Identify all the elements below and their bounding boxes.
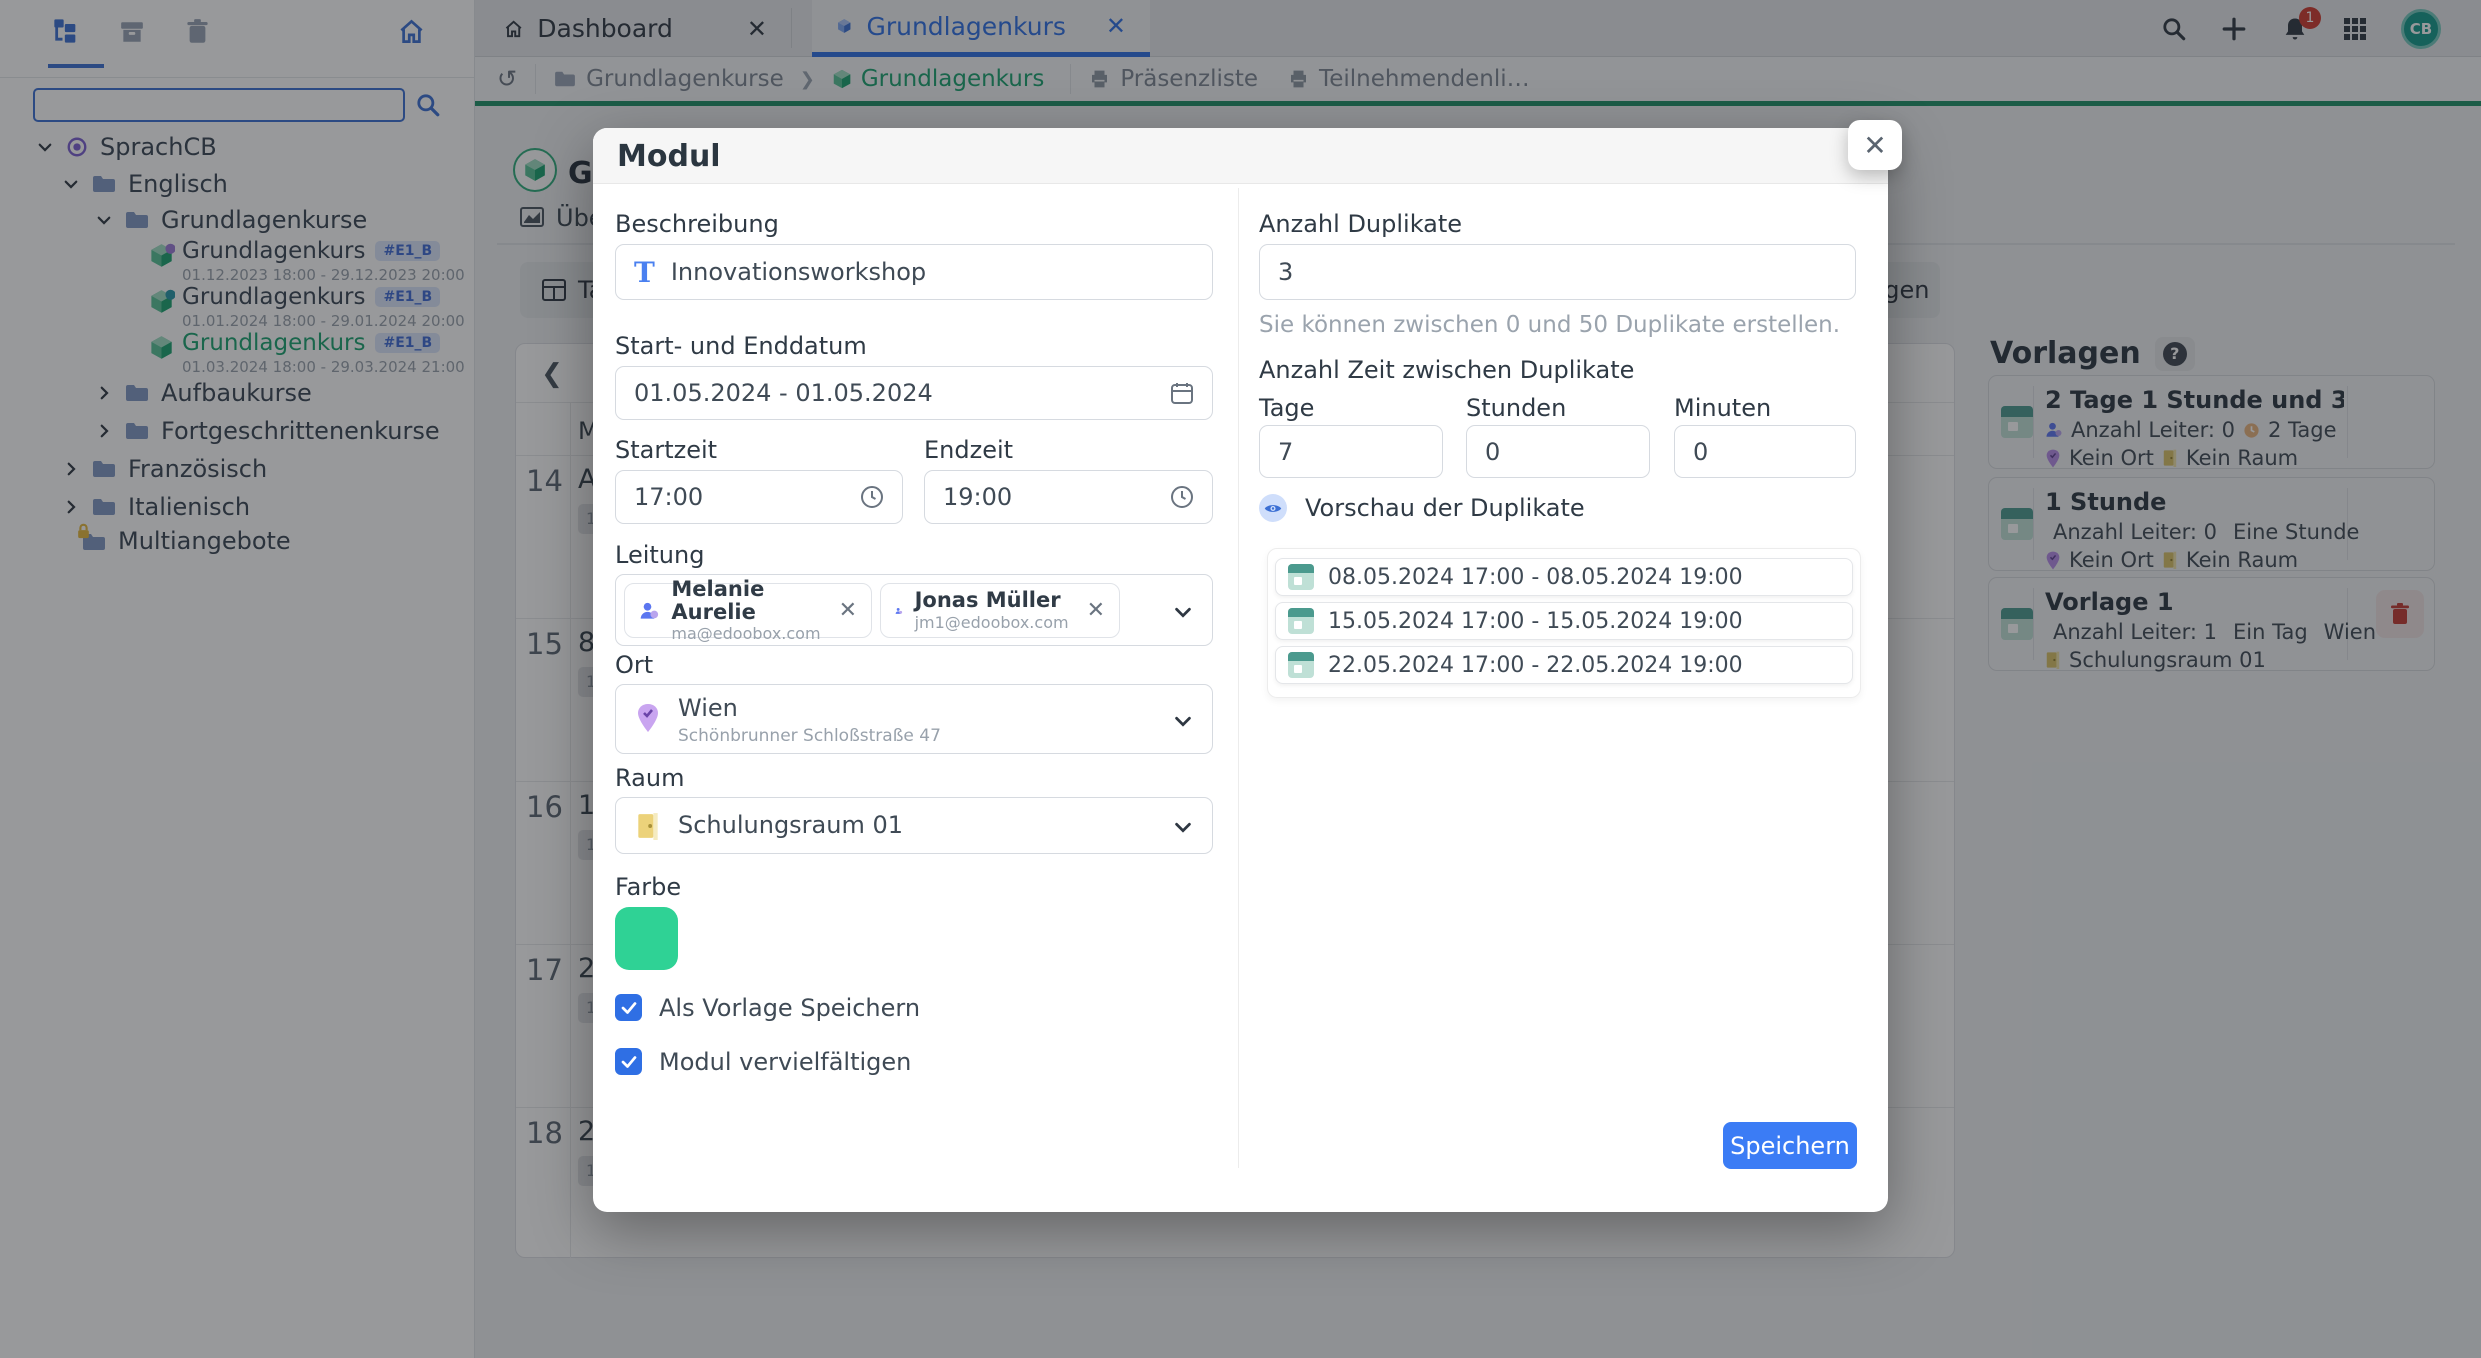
duplikat-item: 22.05.2024 17:00 - 22.05.2024 19:00 [1275, 646, 1853, 684]
ort-value: Wien [678, 694, 738, 722]
beschreibung-field[interactable]: T [615, 244, 1213, 300]
datum-input[interactable] [634, 379, 1154, 407]
raum-label: Raum [615, 764, 684, 792]
chip-email: ma@edoobox.com [671, 624, 820, 643]
column-divider [1238, 188, 1239, 1168]
tage-input[interactable] [1278, 438, 1424, 466]
person-icon [895, 598, 903, 624]
door-icon [636, 812, 660, 840]
speichern-button[interactable]: Speichern [1723, 1122, 1857, 1169]
calendar-icon[interactable] [1170, 381, 1194, 405]
duplikat-range: 08.05.2024 17:00 - 08.05.2024 19:00 [1328, 565, 1743, 590]
zeit-zwischen-label: Anzahl Zeit zwischen Duplikate [1259, 356, 1634, 384]
datum-label: Start- und Enddatum [615, 332, 867, 360]
beschreibung-label: Beschreibung [615, 210, 779, 238]
color-swatch[interactable] [615, 907, 678, 970]
tage-label: Tage [1259, 394, 1314, 422]
vorlage-checkbox[interactable] [615, 994, 642, 1021]
duplikat-range: 22.05.2024 17:00 - 22.05.2024 19:00 [1328, 653, 1743, 678]
ort-select[interactable]: Wien Schönbrunner Schloßstraße 47 [615, 684, 1213, 754]
startzeit-label: Startzeit [615, 436, 717, 464]
chip-name: Jonas Müller [915, 588, 1061, 612]
leitung-label: Leitung [615, 541, 704, 569]
vorlage-checkbox-label[interactable]: Als Vorlage Speichern [659, 994, 920, 1022]
ort-sub: Schönbrunner Schloßstraße 47 [678, 726, 941, 746]
eye-icon [1259, 494, 1287, 522]
anzahl-duplikate-field[interactable] [1259, 244, 1856, 300]
leitung-chip[interactable]: Melanie Aureliema@edoobox.com ✕ [624, 583, 872, 638]
clock-icon[interactable] [1170, 485, 1194, 509]
tage-field[interactable] [1259, 425, 1443, 478]
stunden-input[interactable] [1485, 438, 1631, 466]
clock-icon[interactable] [860, 485, 884, 509]
modul-dialog: Modul Beschreibung T Start- und Enddatum… [593, 128, 1888, 1212]
minuten-input[interactable] [1693, 438, 1837, 466]
raum-select[interactable]: Schulungsraum 01 [615, 797, 1213, 854]
calendar-icon [1288, 564, 1314, 590]
ort-label: Ort [615, 651, 653, 679]
calendar-icon [1288, 652, 1314, 678]
vervielfaeltigen-checkbox-label[interactable]: Modul vervielfältigen [659, 1048, 911, 1076]
duplikat-range: 15.05.2024 17:00 - 15.05.2024 19:00 [1328, 609, 1743, 634]
datum-field[interactable] [615, 366, 1213, 420]
calendar-icon [1288, 608, 1314, 634]
close-dialog-button[interactable]: ✕ [1848, 120, 1902, 170]
leitung-multiselect[interactable]: Melanie Aureliema@edoobox.com ✕ Jonas Mü… [615, 574, 1213, 646]
endzeit-label: Endzeit [924, 436, 1013, 464]
check-icon [620, 1053, 638, 1071]
remove-chip-icon[interactable]: ✕ [1087, 598, 1105, 623]
anzahl-duplikate-input[interactable] [1278, 258, 1837, 286]
minuten-label: Minuten [1674, 394, 1771, 422]
dialog-header: Modul [593, 128, 1888, 184]
dialog-title: Modul [617, 139, 721, 174]
raum-value: Schulungsraum 01 [678, 811, 903, 839]
farbe-label: Farbe [615, 873, 681, 901]
startzeit-field[interactable] [615, 470, 903, 524]
startzeit-input[interactable] [634, 483, 844, 511]
duplikat-item: 08.05.2024 17:00 - 08.05.2024 19:00 [1275, 558, 1853, 596]
minuten-field[interactable] [1674, 425, 1856, 478]
check-icon [620, 999, 638, 1017]
chip-name: Melanie Aurelie [671, 577, 764, 624]
map-pin-icon [636, 703, 660, 733]
vorschau-label: Vorschau der Duplikate [1305, 494, 1585, 522]
chevron-down-icon[interactable] [1172, 601, 1194, 623]
endzeit-input[interactable] [943, 483, 1154, 511]
person-icon [639, 598, 659, 624]
stunden-field[interactable] [1466, 425, 1650, 478]
leitung-chip[interactable]: Jonas Müllerjm1@edoobox.com ✕ [880, 583, 1120, 638]
remove-chip-icon[interactable]: ✕ [839, 598, 857, 623]
anzahl-duplikate-label: Anzahl Duplikate [1259, 210, 1462, 238]
duplikate-hint: Sie können zwischen 0 und 50 Duplikate e… [1259, 312, 1840, 338]
vorschau-toggle[interactable]: Vorschau der Duplikate [1259, 494, 1585, 522]
chip-email: jm1@edoobox.com [915, 613, 1069, 632]
beschreibung-input[interactable] [671, 258, 1194, 286]
chevron-down-icon[interactable] [1172, 816, 1194, 838]
vervielfaeltigen-checkbox[interactable] [615, 1048, 642, 1075]
chevron-down-icon[interactable] [1172, 710, 1194, 732]
stunden-label: Stunden [1466, 394, 1566, 422]
duplikat-item: 15.05.2024 17:00 - 15.05.2024 19:00 [1275, 602, 1853, 640]
text-icon: T [634, 256, 655, 289]
app-screen: Dashboard ✕ Grundlagenkurs ✕ 1 CB ↺ Grun… [0, 0, 2481, 1358]
endzeit-field[interactable] [924, 470, 1213, 524]
